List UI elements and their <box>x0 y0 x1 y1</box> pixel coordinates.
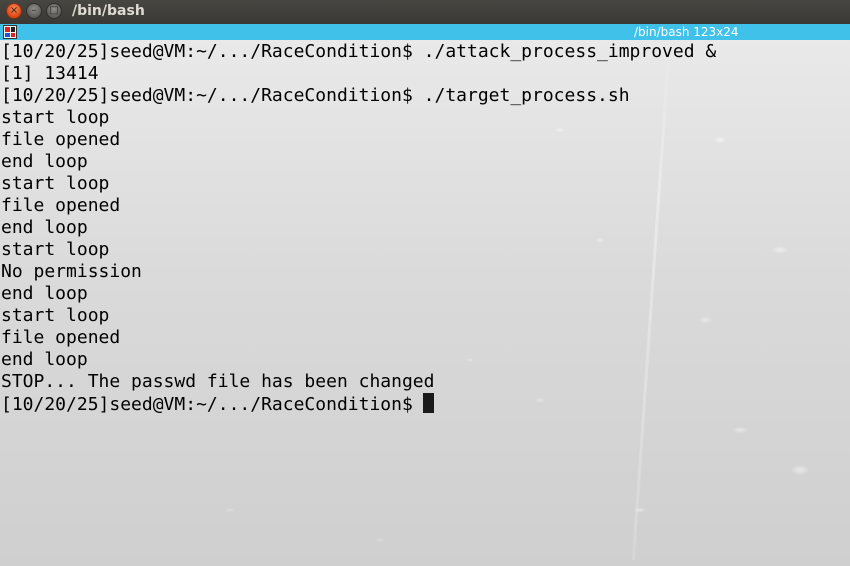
terminal-line: start loop <box>1 173 110 194</box>
terminal-line: file opened <box>1 195 121 216</box>
terminal-window: × – □ /bin/bash /bin/bash 123x24 [10/20/… <box>0 0 850 566</box>
terminal-output[interactable]: [10/20/25]seed@VM:~/.../RaceCondition$ .… <box>0 40 850 566</box>
terminal-line: No permission <box>1 261 142 282</box>
terminal-line: start loop <box>1 305 110 326</box>
terminal-line: STOP... The passwd file has been changed <box>1 371 435 392</box>
title-bar[interactable]: × – □ /bin/bash <box>0 0 850 24</box>
minimize-button[interactable]: – <box>26 3 42 19</box>
tab-title: /bin/bash 123x24 <box>634 25 739 39</box>
text-cursor <box>422 393 434 413</box>
tab-bar[interactable]: /bin/bash 123x24 <box>0 24 850 40</box>
terminal-line: end loop <box>1 217 88 238</box>
terminal-line: end loop <box>1 283 88 304</box>
maximize-icon: □ <box>49 5 59 16</box>
terminal-line: end loop <box>1 349 88 370</box>
terminal-lines: [10/20/25]seed@VM:~/.../RaceCondition$ .… <box>1 41 716 415</box>
terminal-line: file opened <box>1 129 121 150</box>
terminal-line: [10/20/25]seed@VM:~/.../RaceCondition$ .… <box>1 85 630 106</box>
terminal-line: end loop <box>1 151 88 172</box>
terminal-line: file opened <box>1 327 121 348</box>
close-icon: × <box>9 5 19 16</box>
window-title: /bin/bash <box>72 3 145 19</box>
terminal-line: start loop <box>1 239 110 260</box>
close-button[interactable]: × <box>6 3 22 19</box>
command-prompt-line[interactable]: [10/20/25]seed@VM:~/.../RaceCondition$ <box>1 393 716 415</box>
terminal-line: [10/20/25]seed@VM:~/.../RaceCondition$ .… <box>1 41 717 62</box>
terminal-app-icon <box>3 25 17 39</box>
terminal-line: [1] 13414 <box>1 63 99 84</box>
minimize-icon: – <box>31 5 37 16</box>
terminal-line: start loop <box>1 107 110 128</box>
maximize-button[interactable]: □ <box>46 3 62 19</box>
command-prompt: [10/20/25]seed@VM:~/.../RaceCondition$ <box>1 394 413 415</box>
